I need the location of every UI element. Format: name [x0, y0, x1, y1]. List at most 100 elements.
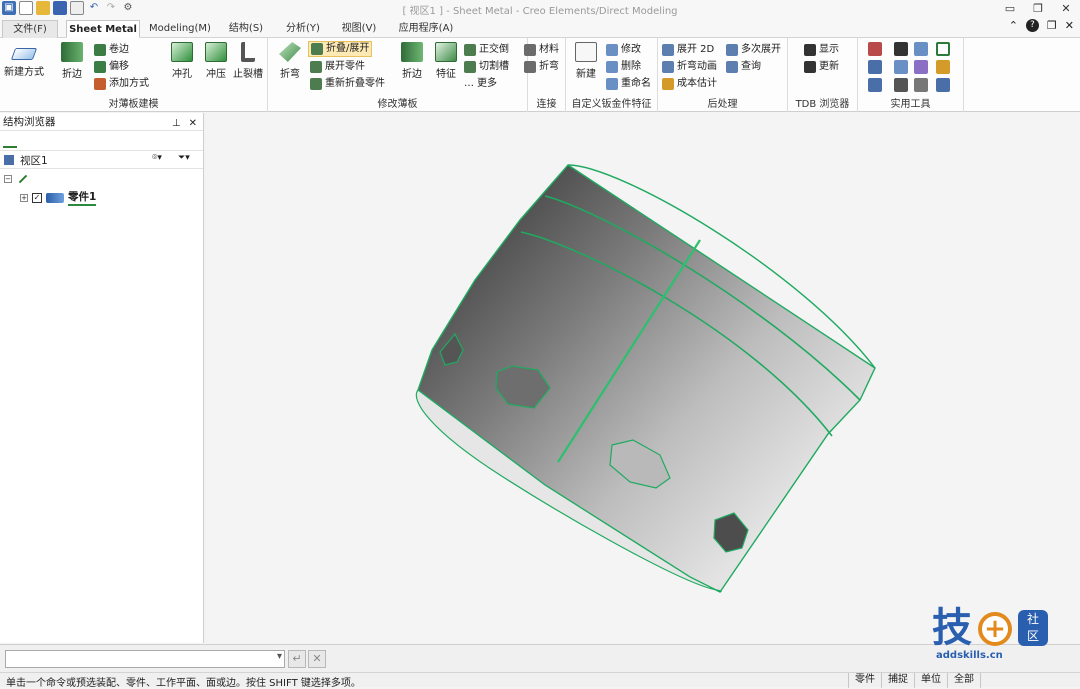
transform-icon[interactable] [914, 42, 928, 56]
workplane-icon [19, 174, 28, 184]
site-url: addskills.cn [936, 650, 1003, 661]
offset-button[interactable]: 偏移 [94, 59, 129, 75]
tab-structure[interactable]: 结构(S) [222, 20, 270, 38]
unit-button[interactable]: 单位 [914, 673, 947, 688]
bend-animation-button[interactable]: 折弯动画 [662, 59, 717, 75]
tab-sheet-metal[interactable]: Sheet Metal [66, 20, 140, 38]
update-icon [804, 61, 816, 73]
material-button[interactable]: 材料 [524, 42, 559, 58]
refold-button[interactable]: 重新折叠零件 [310, 76, 385, 92]
3d-viewport[interactable] [206, 113, 1080, 643]
mitre-button[interactable]: 正交倒 [464, 42, 509, 58]
collapse-icon[interactable]: − [4, 175, 12, 183]
ribbon-minimize-icon[interactable]: ⌃ [1009, 19, 1018, 32]
bend2-button[interactable]: 折弯 [524, 59, 559, 75]
tree-root[interactable]: − [4, 173, 28, 185]
ribbon: 新建方式 折边 卷边 偏移 添加方式 冲孔 冲压 止裂槽 对薄板建模 折弯 折叠… [0, 38, 1080, 112]
multi-unfold-button[interactable]: 多次展开 [726, 42, 781, 58]
structure-browser: 结构浏览器 ⊥ ✕ 视区1 ⌾▾ ⏷▾ − + ✓ 零件1 [0, 113, 204, 643]
relief-button[interactable]: 止裂槽 [228, 42, 268, 80]
filter-part[interactable]: 零件 [848, 673, 881, 688]
image-icon[interactable] [936, 60, 950, 74]
cut-groove-button[interactable]: 切割槽 [464, 59, 509, 75]
group-label: 实用工具 [890, 99, 931, 110]
rename-button[interactable]: 重命名 [606, 76, 651, 92]
tab-file[interactable]: 文件(F) [2, 20, 58, 38]
restore-icon[interactable]: ❐ [1047, 19, 1057, 32]
close-doc-icon[interactable]: ✕ [1065, 19, 1074, 32]
flange-button[interactable]: 折边 [52, 42, 92, 80]
group-connect: 材料 折弯 连接 [524, 38, 566, 112]
update-button[interactable]: 更新 [804, 59, 839, 75]
feature-button[interactable]: 特征 [426, 42, 466, 80]
snap-toggle[interactable]: 捕捉 [881, 673, 914, 688]
chevron-down-icon[interactable]: ▾ [277, 651, 282, 662]
measure-icon[interactable] [868, 42, 882, 56]
tab-applications[interactable]: 应用程序(A) [390, 20, 462, 38]
binoculars-icon[interactable]: ⌾▾ [152, 153, 162, 163]
cut-groove-icon [464, 61, 476, 73]
grid-icon[interactable] [936, 78, 950, 92]
stamp-icon [205, 42, 227, 62]
cost-estimate-icon [662, 78, 674, 90]
move-icon[interactable] [914, 60, 928, 74]
part-icon [46, 192, 64, 203]
selection-scope[interactable]: 全部 [947, 673, 980, 688]
status-controls: 零件 捕捉 单位 全部 [848, 673, 1080, 688]
plus-icon: + [978, 612, 1012, 646]
section-icon[interactable] [894, 78, 908, 92]
cylinder-body[interactable] [417, 164, 876, 593]
help-icon[interactable]: ? [1025, 19, 1039, 32]
more-button[interactable]: … 更多 [464, 76, 497, 92]
box-icon[interactable] [936, 42, 950, 56]
unfold-2d-button[interactable]: 展开 2D [662, 42, 714, 58]
new-method-button[interactable]: 新建方式 [2, 42, 46, 78]
modify-button[interactable]: 修改 [606, 42, 641, 58]
query-button[interactable]: 查询 [726, 59, 761, 75]
close-button[interactable]: ✕ [1052, 0, 1080, 18]
tab-analysis[interactable]: 分析(Y) [278, 20, 328, 38]
align-icon[interactable] [868, 60, 882, 74]
tab-modeling[interactable]: Modeling(M) [146, 20, 214, 38]
show-button[interactable]: 显示 [804, 42, 839, 58]
copy-icon[interactable] [894, 60, 908, 74]
unfold-part-button[interactable]: 展开零件 [310, 59, 365, 75]
fold-unfold-button[interactable]: 折叠/展开 [308, 41, 373, 57]
tab-view[interactable]: 视图(V) [334, 20, 384, 38]
cost-estimate-button[interactable]: 成本估计 [662, 76, 717, 92]
layout-icon[interactable] [868, 78, 882, 92]
status-bar: 单击一个命令或预选装配、零件、工作平面、面或边。按住 SHIFT 键选择多项。 … [0, 672, 1080, 689]
tree-icon[interactable] [3, 134, 17, 148]
bend-button[interactable]: 折弯 [270, 42, 310, 80]
delete-icon [606, 61, 618, 73]
feature-icon [435, 42, 457, 62]
group-label: 自定义钣金件特征 [571, 99, 652, 110]
browser-title: 结构浏览器 ⊥ ✕ [0, 113, 203, 131]
pointer-icon[interactable] [894, 42, 908, 56]
unfold-2d-icon [662, 44, 674, 56]
relief-icon [241, 42, 255, 62]
group-label: 修改薄板 [377, 99, 418, 110]
diagram-icon[interactable] [914, 78, 928, 92]
command-input[interactable]: ▾ [5, 650, 285, 668]
visibility-checkbox[interactable]: ✓ [32, 192, 42, 203]
community-badge: 社区 [1018, 610, 1048, 646]
cancel-button[interactable]: ✕ [308, 650, 326, 668]
group-post-processing: 展开 2D 折弯动画 成本估计 多次展开 查询 后处理 [658, 38, 788, 112]
tree-item-part[interactable]: + ✓ 零件1 [20, 189, 97, 206]
view-icons[interactable] [980, 673, 1080, 688]
custom-new-button[interactable]: 新建 [566, 42, 606, 80]
sheet-metal-part[interactable] [206, 113, 1080, 643]
minimize-button[interactable]: ▭ [996, 0, 1024, 18]
add-relief-button[interactable]: 添加方式 [94, 76, 149, 92]
group-label: 后处理 [707, 99, 738, 110]
group-custom-features: 新建 修改 删除 重命名 自定义钣金件特征 [566, 38, 658, 112]
maximize-button[interactable]: ❐ [1024, 0, 1052, 18]
roll-button[interactable]: 卷边 [94, 42, 129, 58]
filter-icon[interactable]: ⏷▾ [178, 153, 190, 163]
view-label[interactable]: 视区1 [20, 153, 48, 168]
part-label[interactable]: 零件1 [68, 189, 97, 206]
delete-button[interactable]: 删除 [606, 59, 641, 75]
confirm-button[interactable]: ↵ [288, 650, 306, 668]
expand-icon[interactable]: + [20, 193, 28, 202]
